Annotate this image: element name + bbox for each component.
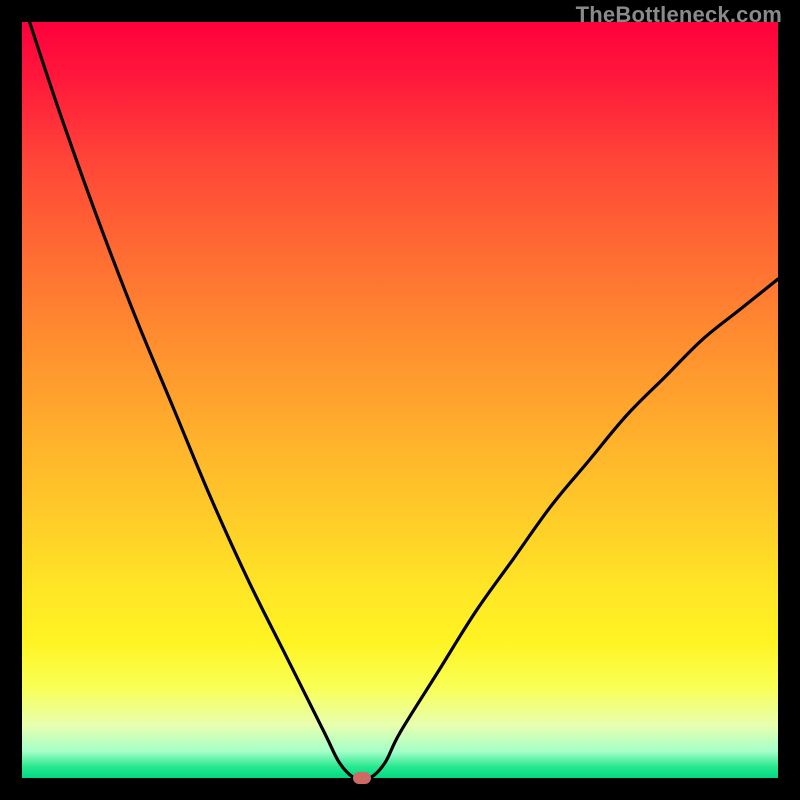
- watermark-text: TheBottleneck.com: [576, 2, 782, 28]
- bottleneck-curve: [22, 22, 778, 778]
- optimal-marker: [353, 772, 371, 784]
- plot-area: [22, 22, 778, 778]
- chart-frame: TheBottleneck.com: [0, 0, 800, 800]
